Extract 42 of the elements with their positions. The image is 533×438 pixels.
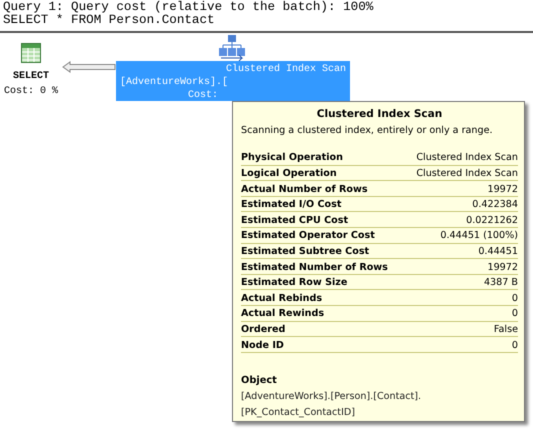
property-value: 0.0221262 [466, 214, 518, 226]
property-value: 4387 B [484, 277, 518, 288]
object-heading: Object [241, 374, 278, 386]
property-name: Ordered [241, 324, 286, 335]
property-value: Clustered Index Scan [416, 152, 518, 164]
property-value: Clustered Index Scan [416, 168, 518, 179]
object-name: [PK_Contact_ContactID] [241, 406, 356, 420]
query-text: SELECT * FROM Person.Contact [3, 14, 216, 27]
property-value: 19972 [487, 184, 518, 195]
property-value: False [494, 324, 518, 335]
flow-arrow [62, 61, 116, 73]
node-label: SELECT [12, 70, 49, 84]
property-value: 0 [512, 308, 518, 320]
property-name: Estimated Operator Cost [241, 230, 375, 242]
node-label: Clustered Index Scan [226, 63, 346, 76]
property-name: Actual Rebinds [241, 292, 322, 304]
property-value: 0.44451 [478, 246, 518, 257]
property-name: Estimated Number of Rows [241, 262, 388, 273]
property-name: Estimated I/O Cost [241, 199, 342, 210]
property-name: Actual Number of Rows [241, 184, 368, 195]
property-name: Estimated Subtree Cost [241, 246, 370, 257]
property-name: Logical Operation [241, 168, 337, 179]
property-value: 0.44451 (100%) [440, 230, 518, 242]
query-text: Query 1: Query cost (relative to the batch): 100% [3, 1, 374, 14]
property-name: Estimated CPU Cost [241, 214, 348, 226]
property-value: 19972 [487, 262, 518, 273]
node-label: Cost: 0 % [4, 85, 58, 99]
property-name: Actual Rewinds [241, 308, 324, 320]
object-name: [AdventureWorks].[Person].[Contact]. [241, 390, 422, 404]
property-value: 0 [512, 340, 518, 351]
tooltip-description: Scanning a clustered index, entirely or only a range. [241, 125, 494, 136]
table-icon [21, 43, 41, 63]
property-name: Physical Operation [241, 152, 343, 164]
property-name: Node ID [241, 340, 284, 351]
tooltip-title: Clustered Index Scan [316, 108, 442, 120]
index-scan-icon [218, 35, 246, 61]
property-name: Estimated Row Size [241, 277, 348, 288]
property-value: 0.422384 [472, 199, 518, 210]
property-value: 0 [512, 292, 518, 304]
node-label: Cost: [188, 89, 218, 102]
node-label: [AdventureWorks].[ [120, 76, 228, 89]
select-node[interactable]: SELECT Cost: 0 % [6, 43, 56, 99]
